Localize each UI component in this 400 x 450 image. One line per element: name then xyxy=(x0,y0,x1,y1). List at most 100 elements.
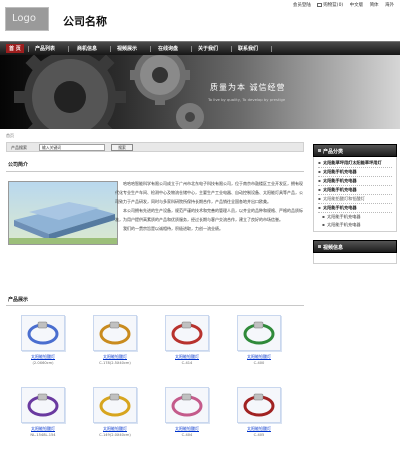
product-card[interactable]: 太阳能铅酸灯 (2.0X60cm) xyxy=(16,315,70,365)
product-name[interactable]: 太阳能铅酸灯 xyxy=(88,426,142,432)
product-image xyxy=(99,321,131,345)
categories-header: 产品分类 xyxy=(313,144,397,157)
nav-divider xyxy=(271,46,272,52)
intro-paragraph: 本公司拥有先进的生产设备，规范严谨的技术和完善的管理人员，以齐全的品种和规格、严… xyxy=(115,208,303,222)
nav-inquiry[interactable]: 在线询盘 xyxy=(158,45,178,52)
product-card[interactable]: 太阳能铅酸灯 C-404 xyxy=(160,387,214,437)
category-item[interactable]: 太阳能手机充电器 xyxy=(318,204,392,213)
product-thumbnail[interactable] xyxy=(93,387,137,423)
product-name[interactable]: 太阳能铅酸灯 xyxy=(16,354,70,360)
category-item[interactable]: 太阳能手机充电器 xyxy=(318,186,392,195)
product-name[interactable]: 太阳能铅酸灯 xyxy=(160,354,214,360)
video-list xyxy=(313,253,397,264)
search-label: 产品搜索 xyxy=(11,145,27,150)
product-model: C-149(2.0X40cm) xyxy=(99,433,131,437)
product-image xyxy=(27,393,59,417)
search-button[interactable]: 搜索 xyxy=(111,144,133,151)
search-bar: 产品搜索 搜索 xyxy=(6,142,304,152)
product-model: NL-1548L-154 xyxy=(30,433,56,437)
banner-subtitle: To live by quality, To develop by presti… xyxy=(208,97,286,102)
product-thumbnail[interactable] xyxy=(237,315,281,351)
breadcrumb: 首页 xyxy=(6,133,14,139)
products-title: 产品展示 xyxy=(8,297,29,303)
intro-paragraph: 我们的一贯宗旨是以诚相待，积极进取，力创一流业绩。 xyxy=(123,226,223,231)
logo-text: Logo xyxy=(12,13,36,24)
product-model: (2.0X60cm) xyxy=(32,361,54,365)
product-card[interactable]: 太阳能铅酸灯 C-149(2.0X40cm) xyxy=(88,387,142,437)
main-nav: 首 页 产品列表 商机信息 视频展示 在线询盘 关于我们 联系我们 xyxy=(0,41,400,55)
product-model: C-405 xyxy=(253,433,265,437)
nav-divider xyxy=(231,46,232,52)
product-name[interactable]: 太阳能铅酸灯 xyxy=(16,426,70,432)
product-card[interactable]: 太阳能铅酸灯 C-405 xyxy=(232,387,286,437)
product-image xyxy=(171,393,203,417)
nav-about[interactable]: 关于我们 xyxy=(198,45,218,52)
nav-products[interactable]: 产品列表 xyxy=(35,45,55,52)
banner-slogan: 质量为本 诚信经营 xyxy=(210,83,286,92)
large-gear-icon xyxy=(14,55,126,129)
product-image xyxy=(99,393,131,417)
nav-divider xyxy=(110,46,111,52)
hero-banner: 质量为本 诚信经营 To live by quality, To develop… xyxy=(0,55,400,129)
divider xyxy=(6,305,304,306)
overseas-link[interactable]: 海外 xyxy=(385,3,394,8)
product-thumbnail[interactable] xyxy=(165,387,209,423)
product-name[interactable]: 太阳能铅酸灯 xyxy=(232,354,286,360)
category-item[interactable]: 太阳能手机充电器 xyxy=(318,177,392,186)
product-thumbnail[interactable] xyxy=(93,315,137,351)
product-image xyxy=(243,321,275,345)
site-logo[interactable]: Logo xyxy=(5,7,49,31)
intro-paragraph: 哈哈哈智能科学有限公司成立于广州市北东电子科技有限公司，位于南京市鼓楼区工业开发… xyxy=(115,181,303,204)
company-name: 公司名称 xyxy=(63,15,107,28)
product-card[interactable]: 太阳能铅酸灯 C-414 xyxy=(160,315,214,365)
category-item[interactable]: 太阳能手机充电器 xyxy=(318,221,392,229)
category-item[interactable]: 太阳能手机充电器 xyxy=(318,168,392,177)
product-name[interactable]: 太阳能铅酸灯 xyxy=(160,426,214,432)
breadcrumb-current[interactable]: 首页 xyxy=(6,133,14,138)
video-header: 视频信息 xyxy=(313,240,397,253)
categories-title: 产品分类 xyxy=(323,149,344,155)
login-link[interactable]: 会员登陆 xyxy=(293,3,311,8)
product-card[interactable]: 太阳能铅酸灯 C-178(2.5X40cm) xyxy=(88,315,142,365)
product-thumbnail[interactable] xyxy=(21,387,65,423)
product-model: C-404 xyxy=(181,433,193,437)
product-card[interactable]: 太阳能铅酸灯 NL-1548L-154 xyxy=(16,387,70,437)
sidebar: 产品分类 太阳能草坪用灯太阳能草坪用灯太阳能手机充电器太阳能手机充电器太阳能手机… xyxy=(313,144,397,264)
product-thumbnail[interactable] xyxy=(21,315,65,351)
product-model: C-178(2.5X40cm) xyxy=(99,361,131,365)
product-thumbnail[interactable] xyxy=(237,387,281,423)
nav-divider xyxy=(191,46,192,52)
factory-illustration-icon xyxy=(9,202,117,244)
product-image xyxy=(27,321,59,345)
cart-link[interactable]: 购物篮(0) xyxy=(317,3,343,8)
category-item[interactable]: 太阳能铅酸灯和铅酸灯 xyxy=(318,195,392,204)
intro-title: 公司简介 xyxy=(8,162,29,168)
nav-video[interactable]: 视频展示 xyxy=(117,45,137,52)
nav-contact[interactable]: 联系我们 xyxy=(238,45,258,52)
bullet-icon xyxy=(318,245,321,248)
product-card[interactable]: 太阳能铅酸灯 C-400 xyxy=(232,315,286,365)
product-name[interactable]: 太阳能铅酸灯 xyxy=(88,354,142,360)
simplified-link[interactable]: 简体 xyxy=(370,3,379,8)
category-list: 太阳能草坪用灯太阳能草坪用灯太阳能手机充电器太阳能手机充电器太阳能手机充电器太阳… xyxy=(313,157,397,232)
divider xyxy=(6,171,304,172)
chinese-link[interactable]: 中文版 xyxy=(350,3,364,8)
video-title: 视频信息 xyxy=(323,245,344,251)
nav-divider xyxy=(28,46,29,52)
product-thumbnail[interactable] xyxy=(165,315,209,351)
product-image xyxy=(171,321,203,345)
small-gear-icon xyxy=(176,103,204,129)
category-item[interactable]: 太阳能手机充电器 xyxy=(318,213,392,221)
nav-divider xyxy=(150,46,151,52)
product-name[interactable]: 太阳能铅酸灯 xyxy=(232,426,286,432)
top-links: 会员登陆 购物篮(0) 中文版 简体 海外 xyxy=(288,2,394,8)
medium-gear-icon xyxy=(130,55,190,105)
nav-business[interactable]: 商机信息 xyxy=(77,45,97,52)
nav-divider xyxy=(68,46,69,52)
gears-graphic xyxy=(14,55,204,129)
search-input[interactable] xyxy=(39,144,105,151)
nav-home[interactable]: 首 页 xyxy=(6,44,24,53)
category-item[interactable]: 太阳能草坪用灯太阳能草坪用灯 xyxy=(318,159,392,168)
product-model: C-414 xyxy=(181,361,193,365)
factory-photo xyxy=(8,181,118,245)
